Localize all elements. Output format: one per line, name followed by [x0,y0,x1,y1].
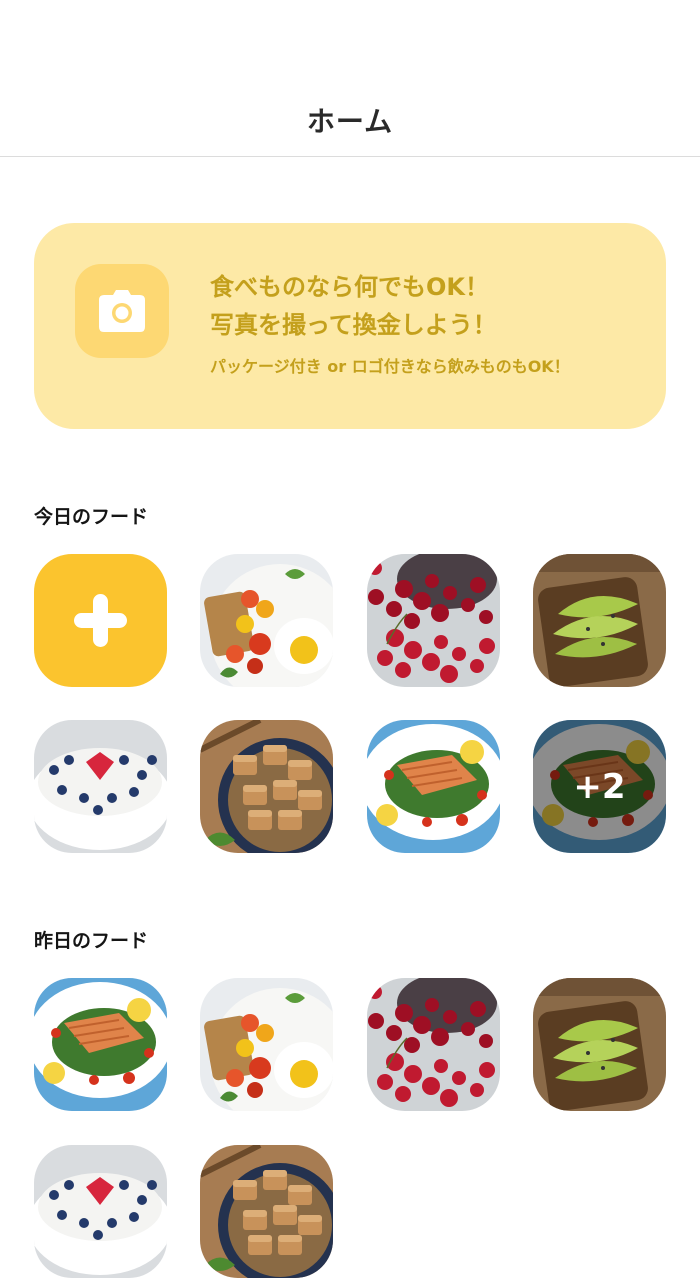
food-photo[interactable] [367,554,500,687]
camera-icon-box [75,264,169,358]
banner-headline-2: 写真を撮って換金しよう！ [210,311,497,339]
food-photo[interactable] [200,978,333,1111]
food-photo[interactable] [34,1145,167,1278]
food-image [367,978,500,1111]
food-image [367,720,500,853]
food-image [200,1145,333,1278]
food-photo[interactable] [34,720,167,853]
food-photo[interactable] [34,978,167,1111]
food-image [533,554,666,687]
add-food-button[interactable] [34,554,167,687]
food-photo[interactable] [200,1145,333,1278]
banner-headline-1: 食べものなら何でもOK！ [210,273,489,301]
food-image [367,554,500,687]
banner-subtext: パッケージ付き or ロゴ付きなら飲みものもOK！ [210,357,570,376]
food-image [200,978,333,1111]
food-image [533,978,666,1111]
food-image [200,720,333,853]
food-photo[interactable] [367,720,500,853]
app-header: ホーム [0,0,700,157]
food-image [34,720,167,853]
camera-promo-banner[interactable]: 食べものなら何でもOK！ 写真を撮って換金しよう！ パッケージ付き or ロゴ付… [34,223,666,429]
food-image [34,1145,167,1278]
more-count-label: +2 [533,720,666,853]
food-photo[interactable] [533,554,666,687]
food-image [200,554,333,687]
food-photo[interactable] [367,978,500,1111]
yesterday-section-title: 昨日のフード [34,930,149,952]
camera-icon [99,290,145,332]
today-section-title: 今日のフード [34,506,149,528]
food-photo[interactable] [200,554,333,687]
page-title: ホーム [306,105,394,138]
food-photo[interactable] [533,978,666,1111]
food-photo[interactable] [200,720,333,853]
more-food-photos[interactable]: +2 [533,720,666,853]
food-image [34,978,167,1111]
